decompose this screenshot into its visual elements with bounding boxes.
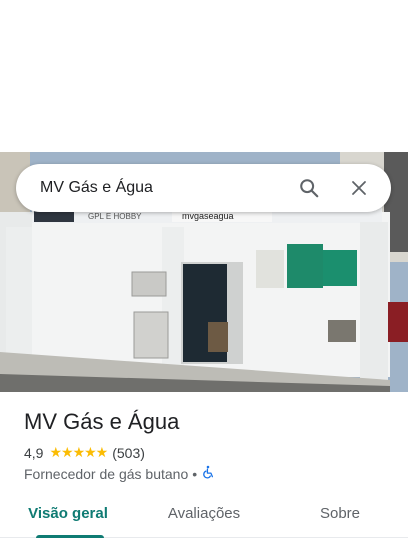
star-rating: ★★★★★ bbox=[49, 444, 108, 460]
close-button[interactable] bbox=[341, 170, 377, 206]
separator-dot: • bbox=[192, 465, 198, 482]
rating-row[interactable]: 4,9 ★★★★★ (503) bbox=[24, 444, 145, 461]
tab-overview[interactable]: Visão geral bbox=[0, 494, 136, 538]
wheelchair-icon bbox=[201, 465, 215, 482]
tab-reviews[interactable]: Avaliações bbox=[136, 494, 272, 537]
review-count[interactable]: (503) bbox=[112, 445, 145, 461]
rating-value: 4,9 bbox=[24, 444, 44, 461]
close-icon bbox=[352, 181, 366, 195]
search-button[interactable] bbox=[291, 170, 327, 206]
sign-right-text: mvgaseagua bbox=[182, 211, 234, 221]
sign-left-text: GPL E HOBBY bbox=[88, 212, 142, 221]
category-row: Fornecedor de gás butano • bbox=[24, 465, 215, 482]
tab-about[interactable]: Sobre bbox=[272, 494, 408, 537]
search-input[interactable]: MV Gás e Água bbox=[40, 179, 291, 197]
place-category[interactable]: Fornecedor de gás butano bbox=[24, 466, 188, 482]
place-tabs: Visão geral Avaliações Sobre bbox=[0, 494, 408, 538]
place-title: MV Gás e Água bbox=[24, 409, 180, 434]
search-bar[interactable]: MV Gás e Água bbox=[16, 164, 391, 212]
search-icon bbox=[300, 179, 319, 198]
